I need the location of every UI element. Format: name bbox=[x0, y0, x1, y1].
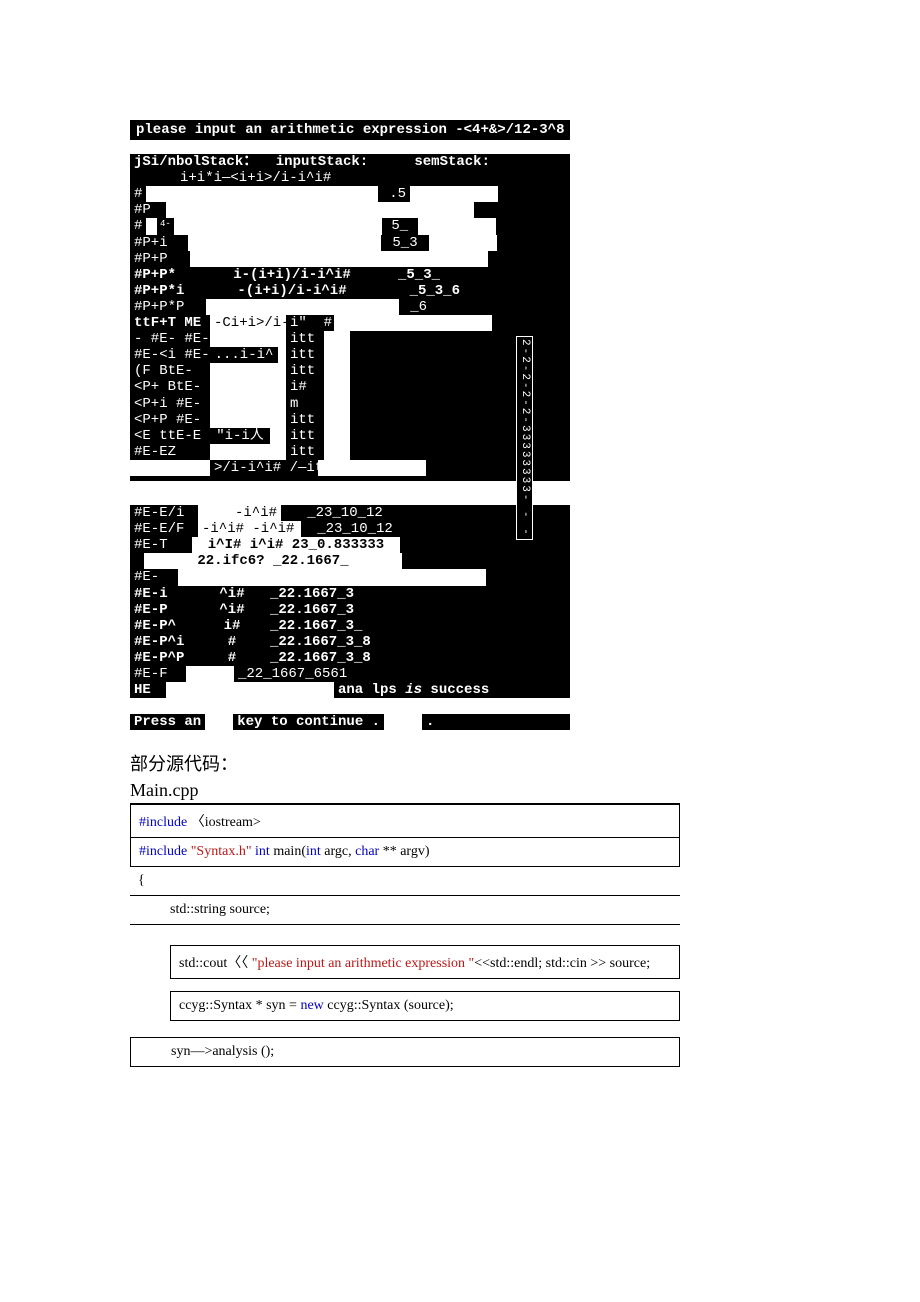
trace-row: #E-P ^i# _22.1667_3 bbox=[130, 602, 570, 618]
trace-row: #E-<i #E- ...i-i^ itt bbox=[130, 347, 498, 363]
code-line: ccyg::Syntax * syn = new ccyg::Syntax (s… bbox=[171, 992, 680, 1021]
col-inputstack: inputStack: bbox=[258, 154, 386, 170]
trace-row: #P+i 5_3 bbox=[130, 235, 498, 251]
trace-row: #P+P*i -(i+i)/i-i^i# _5_3_6 bbox=[130, 283, 498, 299]
trace-row: ttF+T ME -Ci+i>/i- i" # bbox=[130, 315, 498, 331]
trace-row: #E-T i^I# i^i# 23_0.833333 bbox=[130, 537, 570, 553]
trace-row: #E-EZ itt bbox=[130, 444, 498, 460]
trace-row: #P+P*P _6 bbox=[130, 299, 498, 315]
code-line: #include 〈iostream> bbox=[131, 805, 680, 838]
trace-row: #E- bbox=[130, 569, 570, 585]
code-line: { bbox=[130, 867, 680, 895]
trace-row: # 4- 5_ bbox=[130, 218, 498, 234]
vertical-bar: 2-2-2-2-2-33333333- - - bbox=[516, 336, 533, 540]
col-symbolstack: jSi/nbolStack： bbox=[130, 154, 258, 170]
code-table: std::cout〈〈 "please input an arithmetic … bbox=[170, 945, 680, 979]
console-header: jSi/nbolStack： inputStack: semStack: bbox=[130, 154, 570, 170]
press-any-key: Press an key to continue . . bbox=[130, 714, 570, 730]
trace-row: HE ana lps is success bbox=[130, 682, 570, 698]
trace-row: <P+ BtE- i# bbox=[130, 379, 498, 395]
trace-row: - #E- #E-< itt bbox=[130, 331, 498, 347]
trace-row: 22.ifc6? _22.1667_ bbox=[130, 553, 570, 569]
console-prompt: please input an arithmetic expression -<… bbox=[130, 120, 570, 140]
code-table: std::string source; bbox=[130, 895, 680, 925]
code-line: std::string source; bbox=[130, 896, 680, 925]
trace-row: (F BtE- itt bbox=[130, 363, 498, 379]
trace-row: <E ttE-E "i-i人 itt bbox=[130, 428, 498, 444]
code-line: syn—>analysis (); bbox=[131, 1038, 680, 1067]
trace-row: #P+P* i-(i+i)/i-i^i# _5_3_ bbox=[130, 267, 498, 283]
col-semstack: semStack: bbox=[386, 154, 494, 170]
trace-row: <P+i #E- m bbox=[130, 396, 498, 412]
trace-row: #E-P^ i# _22.1667_3_ bbox=[130, 618, 570, 634]
trace-row: <P+P #E- itt bbox=[130, 412, 498, 428]
trace-row: #E-i ^i# _22.1667_3 bbox=[130, 586, 570, 602]
code-line: #include "Syntax.h" int main(int argc, c… bbox=[131, 838, 680, 867]
trace-row: #P+P bbox=[130, 251, 498, 267]
trace-row: #P bbox=[130, 202, 498, 218]
trace-row: #E-E/F -i^i# -i^i# - _23_10_12 bbox=[130, 521, 570, 537]
trace-row: # .5 bbox=[130, 186, 498, 202]
code-table: ccyg::Syntax * syn = new ccyg::Syntax (s… bbox=[170, 991, 680, 1021]
success-msg: ana lps is success bbox=[334, 682, 502, 698]
filename: Main.cpp bbox=[130, 780, 680, 804]
trace-row: #E-P^i # _22.1667_3_8 bbox=[130, 634, 570, 650]
console-subline: i+i*i—<i+i>/i-i^i# bbox=[130, 170, 570, 186]
trace-row: #E-P^P # _22.1667_3_8 bbox=[130, 650, 570, 666]
console-output: please input an arithmetic expression -<… bbox=[130, 120, 570, 730]
trace-row: >/i-i^i# /—it bbox=[130, 460, 498, 476]
source-label: 部分源代码： bbox=[130, 750, 790, 776]
code-line: std::cout〈〈 "please input an arithmetic … bbox=[171, 946, 680, 979]
trace-row: #E-F _22_1667_6561 bbox=[130, 666, 570, 682]
code-table: #include 〈iostream> #include "Syntax.h" … bbox=[130, 804, 680, 867]
trace-row: #E-E/i -i^i# _23_10_12 bbox=[130, 505, 570, 521]
code-table: syn—>analysis (); bbox=[130, 1037, 680, 1067]
